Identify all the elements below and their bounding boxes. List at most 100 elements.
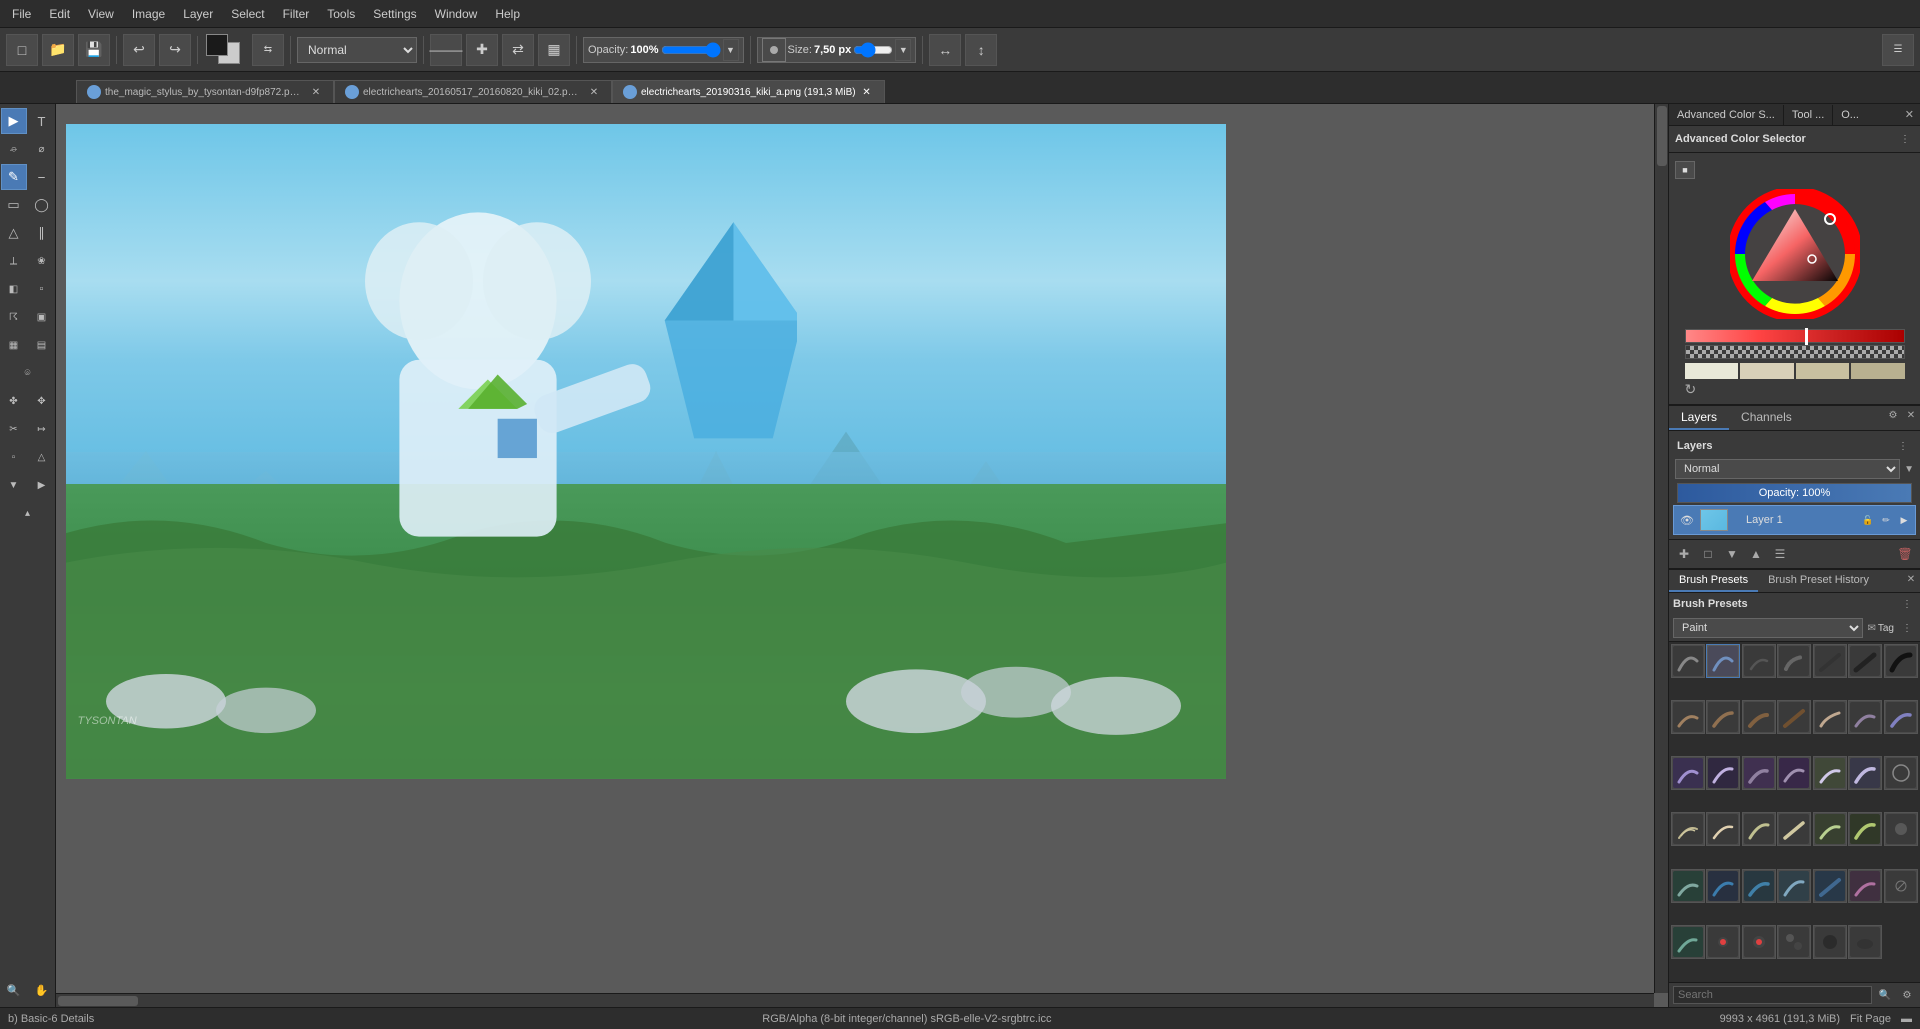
contiguous-select-tool[interactable]: ▼ xyxy=(1,472,27,498)
brush-item-2-6[interactable] xyxy=(1848,700,1882,734)
clone-tool[interactable]: ▣ xyxy=(29,304,55,330)
horizontal-scrollbar[interactable] xyxy=(56,993,1654,1007)
menu-select[interactable]: Select xyxy=(223,5,272,23)
move-layer-up-button[interactable]: ▲ xyxy=(1745,543,1767,565)
hscroll-thumb[interactable] xyxy=(58,996,138,1006)
brush-item-3-1[interactable] xyxy=(1671,756,1705,790)
brush-item-4-5[interactable] xyxy=(1813,812,1847,846)
color-hue-bar[interactable] xyxy=(1685,329,1905,343)
fill-button[interactable]: ✚ xyxy=(466,34,498,66)
canvas-image[interactable]: TYSONTAN xyxy=(66,124,1226,779)
brush-item-2-7[interactable] xyxy=(1884,700,1918,734)
brush-item-1-7[interactable] xyxy=(1884,644,1918,678)
redo-button[interactable]: ↪ xyxy=(159,34,191,66)
brush-panel-menu-button[interactable]: ⋮ xyxy=(1898,595,1916,613)
layer-row-1[interactable]: 👁 Layer 1 🔓 ✏ ▶ xyxy=(1673,505,1916,535)
fill-contiguous-tool[interactable]: ⟂ xyxy=(1,248,27,274)
save-document-button[interactable]: 💾 xyxy=(78,34,110,66)
brush-item-2-2[interactable] xyxy=(1706,700,1740,734)
layers-blend-select[interactable]: Normal xyxy=(1675,459,1900,479)
delete-layer-button[interactable]: 🗑 xyxy=(1894,543,1916,565)
brush-item-5-3[interactable] xyxy=(1742,869,1776,903)
deform-tool[interactable]: ⌾ xyxy=(15,360,41,386)
open-document-button[interactable]: 📁 xyxy=(42,34,74,66)
layer-visibility-toggle[interactable]: 👁 xyxy=(1678,511,1696,529)
selection-ellipse-tool[interactable]: △ xyxy=(29,444,55,470)
layer-opacity-bar[interactable]: Opacity: 100% xyxy=(1677,483,1912,503)
brush-tool[interactable]: ✎ xyxy=(1,164,27,190)
crop-tool[interactable]: ✂ xyxy=(1,416,27,442)
brush-item-6-1[interactable] xyxy=(1671,925,1705,959)
menu-settings[interactable]: Settings xyxy=(365,5,424,23)
brush-item-1-2[interactable] xyxy=(1706,644,1740,678)
color-wheel-container[interactable] xyxy=(1722,181,1868,327)
canvas-area[interactable]: TYSONTAN xyxy=(56,104,1668,1007)
brush-item-4-3[interactable] xyxy=(1742,812,1776,846)
smart-patch-tool[interactable]: ☈ xyxy=(1,304,27,330)
polyline-tool[interactable]: ∥ xyxy=(29,220,55,246)
layers-panel-settings[interactable]: ⚙ xyxy=(1884,406,1902,424)
layer-lock-alpha[interactable]: 🔓 xyxy=(1861,513,1875,527)
colorize-tool[interactable]: ▦ xyxy=(1,332,27,358)
foreground-color-swatch[interactable] xyxy=(206,34,228,56)
line-tool[interactable]: ⎯ xyxy=(29,164,55,190)
brush-item-3-3[interactable] xyxy=(1742,756,1776,790)
brush-item-3-4[interactable] xyxy=(1777,756,1811,790)
menu-window[interactable]: Window xyxy=(427,5,486,23)
tab-1-close[interactable]: ✕ xyxy=(309,85,323,99)
measure-tool[interactable]: ↦ xyxy=(29,416,55,442)
path-tool[interactable]: ▴ xyxy=(15,500,41,526)
brush-item-1-3[interactable] xyxy=(1742,644,1776,678)
brush-item-5-7[interactable] xyxy=(1884,869,1918,903)
brush-item-4-4[interactable] xyxy=(1777,812,1811,846)
contour-tool[interactable]: ⌀ xyxy=(29,136,55,162)
menu-edit[interactable]: Edit xyxy=(41,5,78,23)
brush-item-1-5[interactable] xyxy=(1813,644,1847,678)
add-layer-button[interactable]: ✚ xyxy=(1673,543,1695,565)
color-replace-tool[interactable]: ▤ xyxy=(29,332,55,358)
layer-lock-move[interactable]: ▶ xyxy=(1897,513,1911,527)
brush-item-6-2[interactable] xyxy=(1706,925,1740,959)
grid-button[interactable]: ▦ xyxy=(538,34,570,66)
advanced-color-tab[interactable]: Advanced Color S... xyxy=(1669,105,1784,125)
eraser-mode-button[interactable]: ⸻ xyxy=(430,34,462,66)
brush-item-2-4[interactable] xyxy=(1777,700,1811,734)
transform-tool[interactable]: ✤ xyxy=(1,388,27,414)
color-history-3[interactable] xyxy=(1796,363,1850,379)
layer-lock-paint[interactable]: ✏ xyxy=(1879,513,1893,527)
tab-1[interactable]: the_magic_stylus_by_tysontan-d9fp872.png… xyxy=(76,80,334,103)
hue-bar-thumb[interactable] xyxy=(1805,328,1808,346)
brush-item-4-2[interactable] xyxy=(1706,812,1740,846)
menu-filter[interactable]: Filter xyxy=(275,5,318,23)
color-panel-menu-button[interactable]: ⋮ xyxy=(1896,130,1914,148)
tab-2[interactable]: electrichearts_20160517_20160820_kiki_02… xyxy=(334,80,612,103)
tool-options-tab[interactable]: Tool ... xyxy=(1784,105,1833,125)
menu-image[interactable]: Image xyxy=(124,5,173,23)
brush-item-4-6[interactable] xyxy=(1848,812,1882,846)
swap-colors-button[interactable]: ⇆ xyxy=(252,34,284,66)
brush-item-6-5[interactable] xyxy=(1813,925,1847,959)
color-reset-button[interactable]: ↻ xyxy=(1685,381,1697,398)
brush-search-settings[interactable]: ⚙ xyxy=(1898,986,1916,1004)
brush-item-3-2[interactable] xyxy=(1706,756,1740,790)
opacity-slider[interactable] xyxy=(661,42,721,58)
mirror-v-button[interactable]: ↕ xyxy=(965,34,997,66)
brush-item-2-5[interactable] xyxy=(1813,700,1847,734)
tab-2-close[interactable]: ✕ xyxy=(587,85,601,99)
brush-item-6-6[interactable] xyxy=(1848,925,1882,959)
brush-search-input[interactable] xyxy=(1673,986,1872,1004)
polygon-tool[interactable]: △ xyxy=(1,220,27,246)
brush-item-1-1[interactable] xyxy=(1671,644,1705,678)
undo-button[interactable]: ↩ xyxy=(123,34,155,66)
pan-tool[interactable]: ✋ xyxy=(29,977,55,1003)
freehand-select-tool[interactable]: ⌮ xyxy=(1,136,27,162)
multibrush-tool[interactable]: ❀ xyxy=(29,248,55,274)
channels-tab[interactable]: Channels xyxy=(1729,406,1804,430)
panel-toggle-button[interactable]: ☰ xyxy=(1882,34,1914,66)
color-history-4[interactable] xyxy=(1851,363,1905,379)
tab-3-close[interactable]: ✕ xyxy=(860,85,874,99)
brush-item-5-1[interactable] xyxy=(1671,869,1705,903)
move-tool[interactable]: ✥ xyxy=(29,388,55,414)
brush-category-select[interactable]: Paint xyxy=(1673,618,1863,638)
select-tool[interactable]: ▶ xyxy=(1,108,27,134)
